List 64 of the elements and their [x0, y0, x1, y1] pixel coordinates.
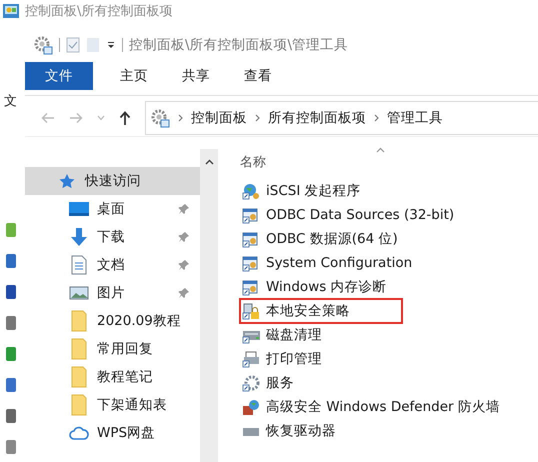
list-item[interactable]: 高级安全 Windows Defender 防火墙 [240, 395, 538, 419]
nav-item[interactable]: 下载 [25, 223, 200, 251]
ribbon-tab[interactable]: 主页 [103, 62, 165, 90]
download-arrow-icon [69, 227, 89, 247]
address-bar[interactable]: 控制面板 所有控制面板项 管理工具 [145, 101, 538, 135]
star-icon [58, 173, 76, 189]
back-arrow-icon[interactable] [41, 112, 55, 124]
breadcrumb[interactable]: 管理工具 [387, 109, 443, 127]
window-title: 控制面板\所有控制面板项\管理工具 [129, 36, 348, 54]
list-item[interactable]: 本地安全策略 [240, 299, 402, 323]
breadcrumb[interactable]: 所有控制面板项 [268, 109, 366, 127]
pin-icon[interactable] [178, 231, 190, 243]
list-item[interactable]: System Configuration [240, 251, 538, 275]
ribbon-tab[interactable]: 查看 [227, 62, 289, 90]
globe-shortcut-icon [242, 182, 261, 200]
breadcrumb[interactable]: 控制面板 [191, 109, 247, 127]
folder-icon [71, 310, 87, 332]
nav-item[interactable]: WPS网盘 [25, 419, 200, 447]
chevron-icon [178, 114, 183, 122]
printer-shortcut-icon [242, 350, 261, 368]
pictures-icon [69, 285, 89, 301]
settings-icon[interactable] [33, 35, 53, 55]
list-item[interactable]: iSCSI 发起程序 [240, 179, 538, 203]
list-item[interactable]: 服务 [240, 371, 538, 395]
cloud-icon [69, 426, 89, 440]
nav-item[interactable]: 下架通知表 [25, 391, 200, 419]
scroll-up-button[interactable] [204, 159, 214, 165]
list-item[interactable]: 恢复驱动器 [240, 419, 538, 443]
nav-item[interactable]: 图片 [25, 279, 200, 307]
forward-arrow-icon[interactable] [69, 112, 83, 124]
list-item[interactable]: 打印管理 [240, 347, 538, 371]
ribbon-tab[interactable]: 共享 [165, 62, 227, 90]
firewall-globe-icon [242, 398, 261, 416]
up-arrow-icon[interactable] [119, 110, 131, 126]
ribbon-tab[interactable]: 文件 [25, 62, 93, 90]
column-header[interactable]: 名称 [240, 149, 300, 179]
list-item[interactable]: ODBC 数据源(64 位) [240, 227, 538, 251]
lock-shortcut-icon [242, 302, 261, 320]
document-icon [71, 255, 87, 275]
nav-item[interactable]: 快速访问 [25, 167, 200, 195]
nav-item[interactable]: 2020.09教程 [25, 307, 200, 335]
nav-item[interactable]: 桌面 [25, 195, 200, 223]
list-item[interactable]: ODBC Data Sources (32-bit) [240, 203, 538, 227]
desktop-icon [68, 201, 90, 217]
pin-icon[interactable] [178, 259, 190, 271]
list-item[interactable]: 磁盘清理 [240, 323, 538, 347]
menu-label[interactable]: 文 [4, 92, 17, 110]
dropdown-caret-icon[interactable] [97, 115, 105, 121]
pin-icon[interactable] [178, 287, 190, 299]
window-title: 控制面板\所有控制面板项 [25, 3, 172, 20]
list-item[interactable]: Windows 内存诊断 [240, 275, 538, 299]
folder-icon [71, 338, 87, 360]
pin-icon[interactable] [178, 203, 190, 215]
folder-icon [71, 394, 87, 416]
chevron-icon [255, 114, 260, 122]
checkbox-icon[interactable] [66, 37, 80, 53]
sort-caret-icon [376, 147, 385, 153]
folder-icon [71, 366, 87, 388]
nav-item[interactable]: 常用回复 [25, 335, 200, 363]
dropdown-icon[interactable] [106, 40, 116, 50]
nav-item[interactable]: 文档 [25, 251, 200, 279]
chevron-icon [374, 114, 379, 122]
nav-item[interactable]: 教程笔记 [25, 363, 200, 391]
gear-shortcut-icon [242, 374, 261, 392]
